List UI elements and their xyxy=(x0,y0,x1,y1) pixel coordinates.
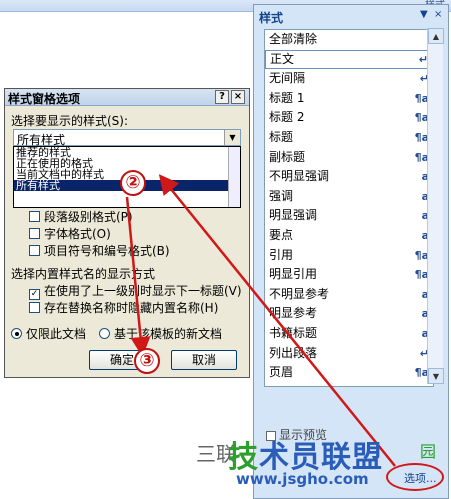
watermark-garden: 园 xyxy=(420,442,437,461)
watermark-url: www.jsgho.com xyxy=(236,470,369,488)
step-3-badge: ③ xyxy=(134,348,160,374)
arrow-to-ok xyxy=(125,196,151,357)
step-2-badge: ② xyxy=(120,170,146,196)
arrow-to-dialog xyxy=(158,174,396,467)
annotation-arrows xyxy=(125,174,396,467)
